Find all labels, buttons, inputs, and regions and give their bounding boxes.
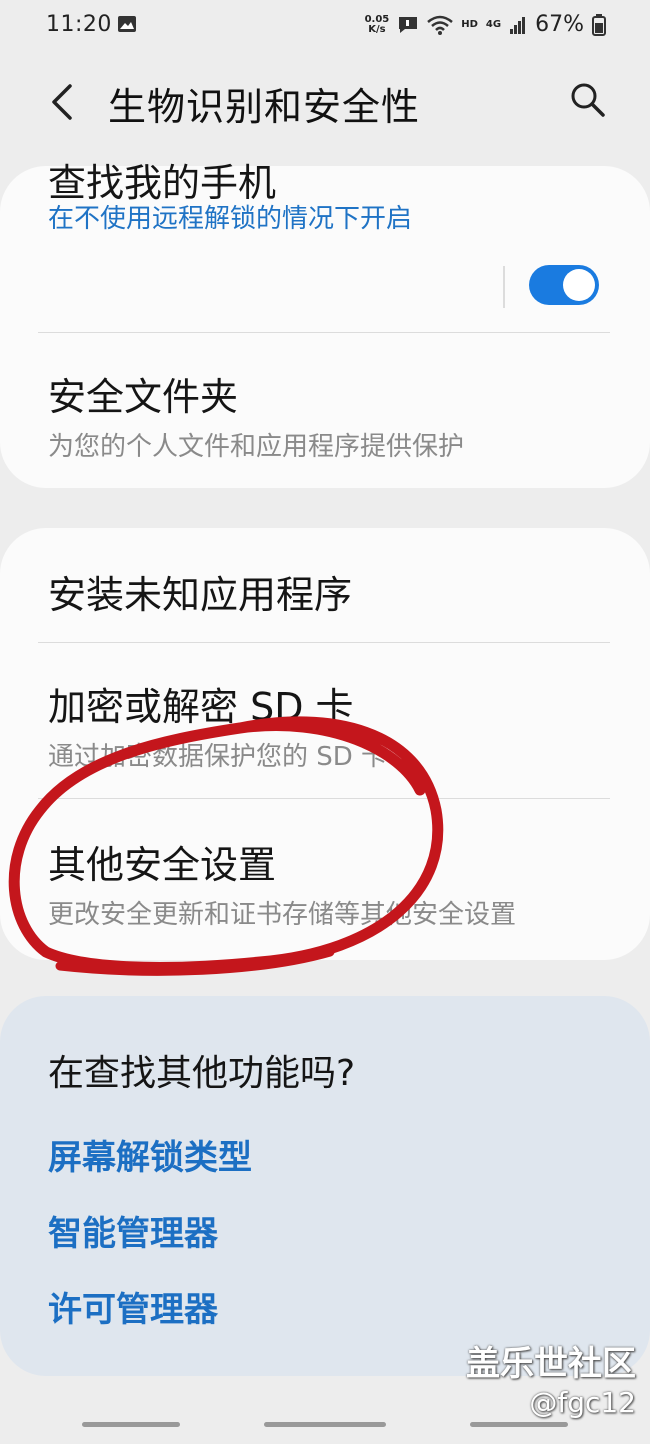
find-my-phone-subtitle: 在不使用远程解锁的情况下开启 xyxy=(48,204,413,234)
link-permission-manager[interactable]: 许可管理器 xyxy=(48,1282,218,1331)
link-smart-manager[interactable]: 智能管理器 xyxy=(48,1206,218,1255)
find-my-phone-toggle[interactable] xyxy=(529,265,599,305)
status-bar: 11:20 0.05 K/s HD 4G 67% xyxy=(0,0,650,56)
nav-home-button[interactable] xyxy=(264,1422,386,1427)
settings-card-top: 查找我的手机 在不使用远程解锁的情况下开启 安全文件夹 为您的个人文件和应用程序… xyxy=(0,161,650,488)
page-title: 生物识别和安全性 xyxy=(108,85,421,129)
suggestions-card: 在查找其他功能吗? 屏幕解锁类型 智能管理器 许可管理器 xyxy=(0,996,650,1376)
link-screen-lock-type[interactable]: 屏幕解锁类型 xyxy=(48,1130,252,1179)
row-divider xyxy=(38,642,610,643)
row-divider xyxy=(38,332,610,333)
search-icon[interactable] xyxy=(568,80,608,120)
suggestions-heading: 在查找其他功能吗? xyxy=(48,1053,356,1094)
secure-folder-title: 安全文件夹 xyxy=(48,375,239,419)
status-right-group: 0.05 K/s HD 4G 67% xyxy=(365,12,606,37)
signal-icon xyxy=(510,16,526,34)
battery-icon xyxy=(592,13,606,36)
navigation-bar xyxy=(0,1416,650,1444)
install-unknown-apps-title: 安装未知应用程序 xyxy=(48,573,353,617)
red-circle-annotation xyxy=(8,716,444,976)
back-arrow-icon[interactable] xyxy=(44,80,80,124)
secure-folder-subtitle: 为您的个人文件和应用程序提供保护 xyxy=(48,432,465,462)
watermark-community: 盖乐世社区 xyxy=(466,1344,636,1384)
status-time: 11:20 xyxy=(46,12,112,37)
watermark-handle: @fgc12 xyxy=(529,1386,636,1419)
gallery-notification-icon xyxy=(118,16,136,32)
nav-back-button[interactable] xyxy=(470,1422,568,1427)
nav-recents-button[interactable] xyxy=(82,1422,180,1427)
message-notification-icon xyxy=(399,16,418,33)
hd-indicator: HD xyxy=(461,19,478,30)
toggle-divider xyxy=(503,266,505,308)
battery-percent: 67% xyxy=(535,12,584,37)
toggle-knob xyxy=(563,269,595,301)
network-type: 4G xyxy=(485,19,502,30)
network-speed: 0.05 K/s xyxy=(364,13,390,35)
app-bar: 生物识别和安全性 xyxy=(0,56,650,156)
wifi-icon xyxy=(427,15,454,35)
